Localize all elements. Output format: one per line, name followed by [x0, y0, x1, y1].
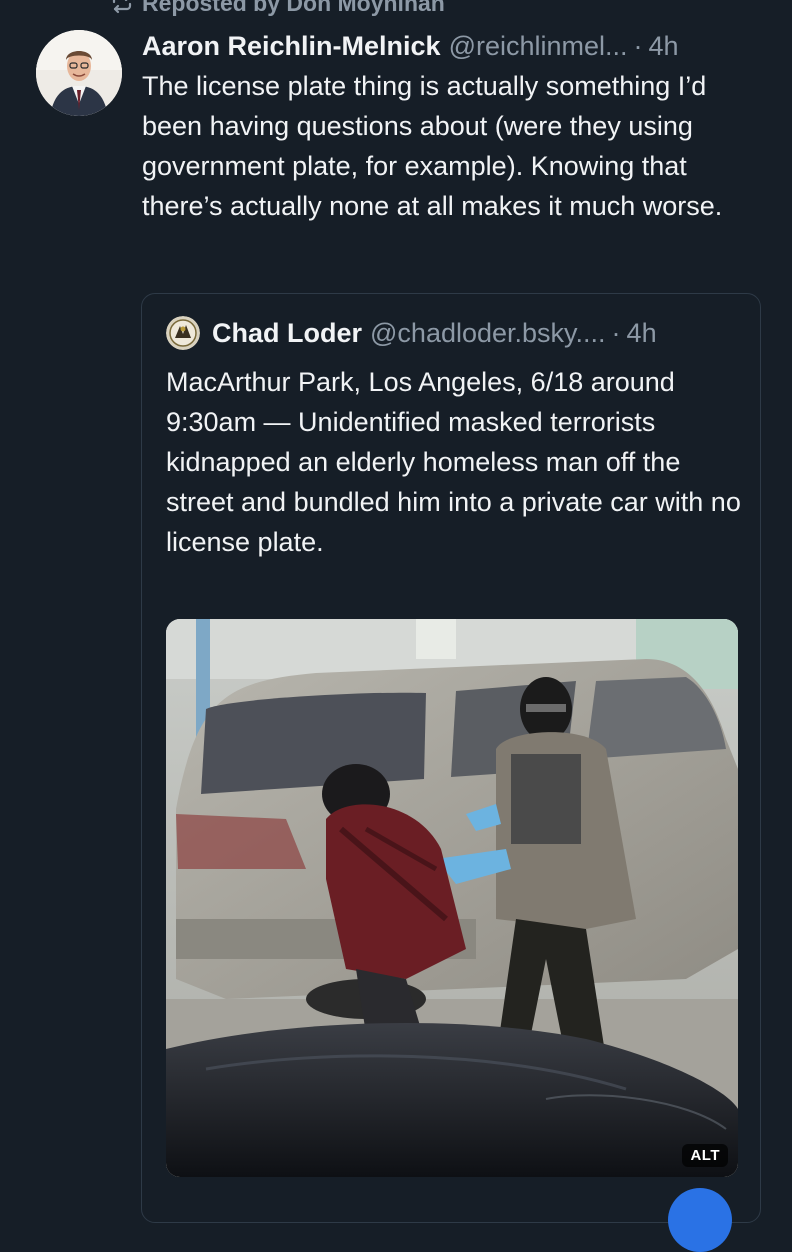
post-header: Aaron Reichlin-Melnick @reichlinmel... ·…	[142, 26, 772, 66]
repost-label: Reposted by Don Moynihan	[142, 0, 445, 16]
author-avatar[interactable]	[36, 30, 122, 116]
quote-text: MacArthur Park, Los Angeles, 6/18 around…	[166, 367, 741, 557]
alt-text-badge[interactable]: ALT	[682, 1144, 728, 1167]
quote-author-display-name[interactable]: Chad Loder	[212, 318, 362, 349]
author-handle[interactable]: @reichlinmel...	[449, 26, 628, 66]
quote-author-avatar[interactable]	[166, 316, 200, 350]
header-separator: ·	[633, 31, 643, 61]
post-text: The license plate thing is actually some…	[142, 71, 723, 221]
post[interactable]: Aaron Reichlin-Melnick @reichlinmel... ·…	[142, 26, 772, 226]
quote-header-separator: ·	[611, 317, 621, 348]
quoted-post-card[interactable]: Chad Loder @chadloder.bsky.... · 4h MacA…	[141, 293, 761, 1223]
quote-author-handle[interactable]: @chadloder.bsky....	[370, 318, 606, 349]
quote-timestamp[interactable]: 4h	[627, 318, 657, 349]
repost-icon	[110, 0, 134, 15]
author-display-name[interactable]: Aaron Reichlin-Melnick	[142, 26, 441, 66]
post-timestamp[interactable]: 4h	[649, 26, 679, 66]
quote-header: Chad Loder @chadloder.bsky.... · 4h	[166, 316, 657, 350]
compose-button[interactable]	[668, 1188, 732, 1252]
repost-indicator[interactable]: Reposted by Don Moynihan	[110, 0, 445, 18]
quote-media-image[interactable]: ALT	[166, 619, 738, 1177]
